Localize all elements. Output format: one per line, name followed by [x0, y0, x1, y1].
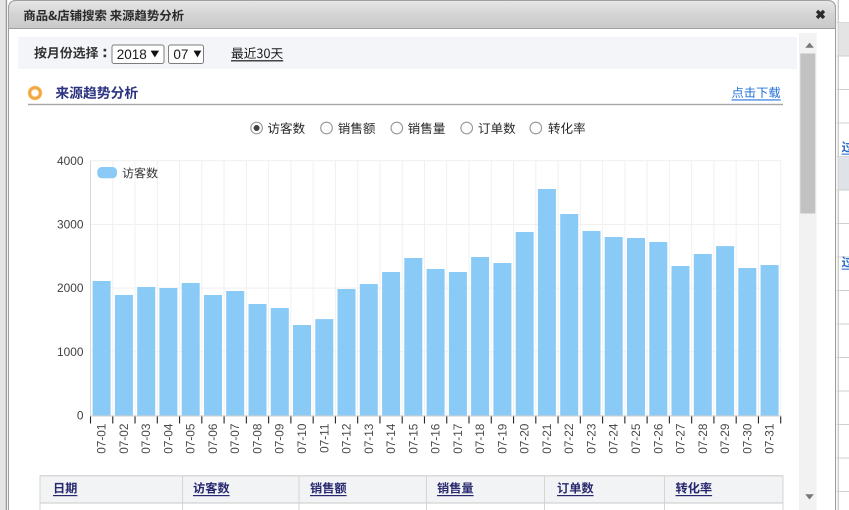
svg-text:07-15: 07-15	[406, 423, 420, 454]
svg-text:07-04: 07-04	[161, 423, 175, 454]
svg-text:07-06: 07-06	[206, 423, 220, 454]
svg-text:07-20: 07-20	[518, 423, 532, 454]
svg-text:07-02: 07-02	[117, 424, 131, 454]
svg-text:1000: 1000	[57, 345, 84, 359]
svg-text:07-31: 07-31	[763, 424, 777, 454]
svg-text:07-24: 07-24	[607, 423, 621, 454]
svg-text:07-14: 07-14	[384, 423, 398, 454]
svg-text:07-08: 07-08	[250, 423, 264, 454]
svg-text:07-05: 07-05	[184, 423, 198, 454]
svg-text:07-23: 07-23	[584, 423, 598, 454]
svg-text:07-12: 07-12	[340, 424, 354, 454]
svg-text:07-21: 07-21	[540, 424, 554, 454]
svg-text:07-11: 07-11	[317, 424, 331, 453]
svg-text:07-18: 07-18	[473, 423, 487, 454]
svg-text:07-13: 07-13	[362, 423, 376, 454]
svg-text:07-09: 07-09	[273, 424, 287, 454]
svg-text:2000: 2000	[57, 281, 84, 295]
svg-text:07-29: 07-29	[718, 424, 732, 454]
svg-text:07-26: 07-26	[651, 423, 665, 454]
svg-text:07-25: 07-25	[629, 423, 643, 454]
svg-text:07-16: 07-16	[429, 423, 443, 454]
svg-text:4000: 4000	[57, 154, 84, 168]
svg-text:0: 0	[77, 409, 84, 423]
svg-text:07-22: 07-22	[562, 424, 576, 454]
svg-text:07-28: 07-28	[696, 423, 710, 454]
svg-text:07-03: 07-03	[139, 423, 153, 454]
svg-text:07: 07	[173, 47, 188, 62]
svg-text:2018: 2018	[117, 47, 147, 62]
svg-text:07-07: 07-07	[228, 424, 242, 454]
svg-text:07-01: 07-01	[95, 424, 109, 454]
svg-text:07-10: 07-10	[295, 423, 309, 454]
svg-text:3000: 3000	[57, 218, 84, 232]
svg-text:07-19: 07-19	[495, 424, 509, 454]
svg-text:07-27: 07-27	[674, 424, 688, 454]
svg-text:07-30: 07-30	[740, 423, 754, 454]
svg-text:07-17: 07-17	[451, 424, 465, 454]
